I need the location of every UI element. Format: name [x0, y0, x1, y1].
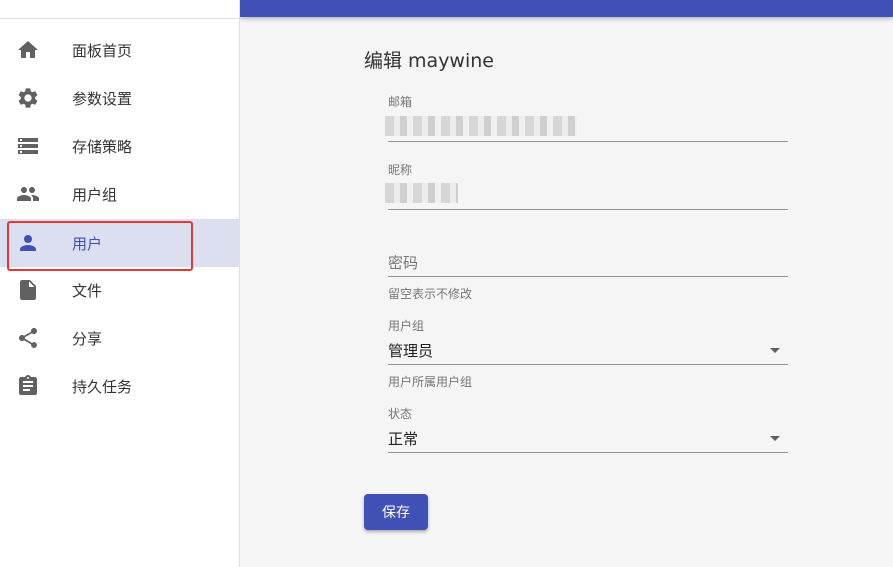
sidebar-item-storage-policy[interactable]: 存储策略 [0, 122, 239, 170]
storage-list-icon [18, 138, 38, 154]
sidebar-item-label: 分享 [72, 329, 103, 348]
sidebar-item-settings[interactable]: 参数设置 [0, 74, 239, 122]
file-icon [20, 280, 36, 300]
home-icon [18, 41, 38, 58]
highlight-box [7, 221, 193, 271]
sidebar: 面板首页 参数设置 存储策略 用户组 用户 文件 分享 持久任务 [0, 0, 240, 567]
password-field[interactable]: 密码 [388, 252, 418, 273]
sidebar-item-files[interactable]: 文件 [0, 266, 239, 314]
sidebar-item-label: 用户组 [72, 185, 118, 204]
save-button[interactable]: 保存 [364, 494, 428, 530]
password-underline [388, 276, 788, 277]
chevron-down-icon[interactable] [770, 348, 780, 353]
group-underline [388, 364, 788, 365]
people-icon [17, 187, 39, 201]
status-underline [388, 452, 788, 453]
sidebar-item-label: 参数设置 [72, 89, 133, 108]
nickname-field[interactable] [385, 183, 458, 203]
nickname-underline [388, 209, 788, 210]
sidebar-item-label: 面板首页 [72, 41, 133, 60]
nickname-label: 昵称 [388, 163, 413, 177]
email-underline [388, 141, 788, 142]
status-label: 状态 [388, 407, 413, 421]
sidebar-item-label: 存储策略 [72, 137, 133, 156]
share-icon [19, 328, 37, 348]
sidebar-item-shares[interactable]: 分享 [0, 314, 239, 362]
sidebar-item-label: 文件 [72, 281, 103, 300]
sidebar-item-label: 持久任务 [72, 377, 133, 396]
sidebar-item-tasks[interactable]: 持久任务 [0, 362, 239, 410]
group-label: 用户组 [388, 319, 425, 333]
password-helper: 留空表示不修改 [388, 287, 473, 301]
chevron-down-icon[interactable] [770, 436, 780, 441]
status-select[interactable]: 正常 [388, 428, 418, 449]
email-field[interactable] [385, 116, 577, 136]
sidebar-item-dashboard[interactable]: 面板首页 [0, 26, 239, 74]
sidebar-item-user-groups[interactable]: 用户组 [0, 170, 239, 218]
sidebar-divider [0, 18, 239, 19]
gear-icon [18, 88, 38, 108]
group-helper: 用户所属用户组 [388, 375, 473, 389]
clipboard-icon [19, 375, 37, 395]
app-bar [240, 0, 893, 17]
group-select[interactable]: 管理员 [388, 340, 433, 361]
email-label: 邮箱 [388, 95, 413, 109]
page-title: 编辑 maywine [364, 50, 494, 72]
